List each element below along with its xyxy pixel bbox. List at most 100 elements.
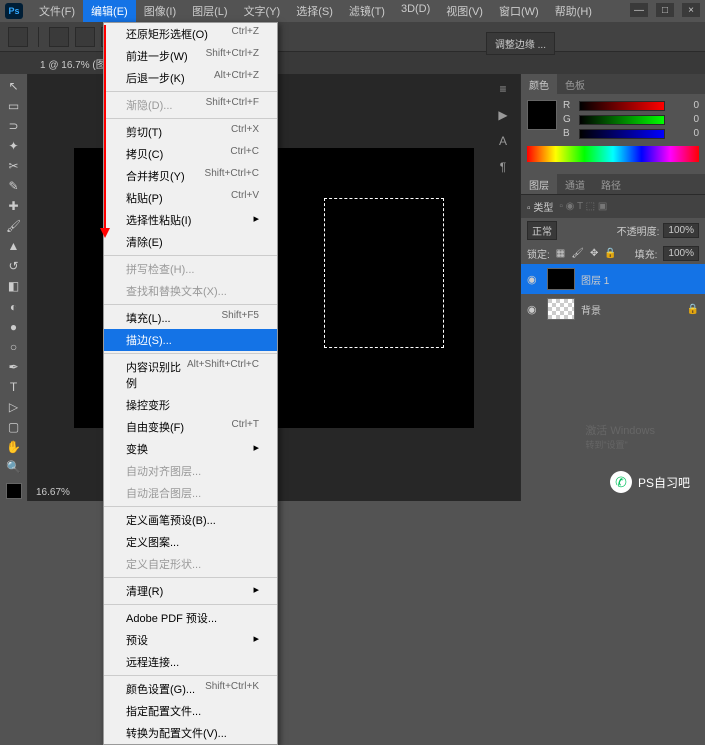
menu-item[interactable]: 颜色设置(G)...Shift+Ctrl+K <box>104 678 277 700</box>
shape-tool[interactable]: ▢ <box>3 418 25 437</box>
history-icon[interactable]: ≡ <box>492 78 514 100</box>
eraser-tool[interactable]: ◧ <box>3 277 25 296</box>
character-icon[interactable]: A <box>492 130 514 152</box>
menu-3D(D)[interactable]: 3D(D) <box>393 0 438 22</box>
blur-tool[interactable]: ● <box>3 317 25 336</box>
r-slider[interactable] <box>579 101 665 111</box>
eyedropper-tool[interactable]: ✎ <box>3 176 25 195</box>
layer-thumbnail[interactable] <box>547 298 575 320</box>
layers-panel: ▫ 类型 ▫ ◉ T ⬚ ▣ 正常 不透明度: 100% 锁定: ▦ 🖌 ✥ 🔒… <box>521 194 705 501</box>
marquee-selection <box>324 198 444 348</box>
menu-item[interactable]: Adobe PDF 预设... <box>104 607 277 629</box>
lock-all-icon[interactable]: 🔒 <box>604 248 616 259</box>
menu-item[interactable]: 后退一步(K)Alt+Ctrl+Z <box>104 67 277 89</box>
selection-new-icon[interactable] <box>49 27 69 47</box>
windows-activation-text: 激活 Windows 转到"设置" <box>585 422 655 451</box>
layers-tab[interactable]: 图层 <box>521 174 557 194</box>
visibility-icon[interactable]: ◉ <box>527 303 541 316</box>
menu-文件(F)[interactable]: 文件(F) <box>31 0 83 22</box>
paragraph-icon[interactable]: ¶ <box>492 156 514 178</box>
menu-item[interactable]: 粘贴(P)Ctrl+V <box>104 187 277 209</box>
hand-tool[interactable]: ✋ <box>3 438 25 457</box>
fill-label: 填充: <box>635 246 658 261</box>
move-tool[interactable]: ↖ <box>3 76 25 95</box>
layer-blend-select[interactable]: 正常 <box>527 221 557 240</box>
menu-item[interactable]: 变换 <box>104 438 277 460</box>
layer-name: 图层 1 <box>581 272 609 287</box>
actions-icon[interactable]: ▶ <box>492 104 514 126</box>
crop-tool[interactable]: ✂ <box>3 156 25 175</box>
menu-item[interactable]: 清理(R) <box>104 580 277 602</box>
pen-tool[interactable]: ✒ <box>3 357 25 376</box>
color-fg-swatch[interactable] <box>527 100 557 130</box>
color-tab[interactable]: 颜色 <box>521 74 557 94</box>
b-slider[interactable] <box>579 129 665 139</box>
lock-pixels-icon[interactable]: 🖌 <box>571 248 584 259</box>
fill-value[interactable]: 100% <box>663 246 699 261</box>
menu-item[interactable]: 前进一步(W)Shift+Ctrl+Z <box>104 45 277 67</box>
menu-item[interactable]: 还原矩形选框(O)Ctrl+Z <box>104 23 277 45</box>
path-tool[interactable]: ▷ <box>3 398 25 417</box>
close-button[interactable]: × <box>682 3 700 17</box>
menu-文字(Y)[interactable]: 文字(Y) <box>236 0 289 22</box>
stamp-tool[interactable]: ▲ <box>3 237 25 256</box>
selection-add-icon[interactable] <box>75 27 95 47</box>
menu-item[interactable]: 远程连接... <box>104 651 277 673</box>
paths-tab[interactable]: 路径 <box>593 174 629 194</box>
color-spectrum[interactable] <box>527 146 699 162</box>
lock-icon: 🔒 <box>687 304 699 315</box>
minimize-button[interactable]: — <box>630 3 648 17</box>
menu-item[interactable]: 剪切(T)Ctrl+X <box>104 121 277 143</box>
brush-tool[interactable]: 🖌 <box>3 217 25 236</box>
menu-item[interactable]: 转换为配置文件(V)... <box>104 722 277 744</box>
menu-item[interactable]: 定义画笔预设(B)... <box>104 509 277 531</box>
menu-item[interactable]: 填充(L)...Shift+F5 <box>104 307 277 329</box>
menu-item[interactable]: 清除(E) <box>104 231 277 253</box>
menu-item[interactable]: 操控变形 <box>104 394 277 416</box>
menu-item[interactable]: 选择性粘贴(I) <box>104 209 277 231</box>
foreground-swatch[interactable] <box>6 483 22 499</box>
dodge-tool[interactable]: ○ <box>3 337 25 356</box>
menu-item[interactable]: 预设 <box>104 629 277 651</box>
menu-item[interactable]: 描边(S)... <box>104 329 277 351</box>
marquee-tool[interactable]: ▭ <box>3 96 25 115</box>
lock-transparent-icon[interactable]: ▦ <box>556 248 565 259</box>
menu-item[interactable]: 指定配置文件... <box>104 700 277 722</box>
menu-item[interactable]: 拷贝(C)Ctrl+C <box>104 143 277 165</box>
layer-row[interactable]: ◉ 背景 🔒 <box>521 294 705 324</box>
lock-position-icon[interactable]: ✥ <box>590 248 598 259</box>
menu-帮助(H)[interactable]: 帮助(H) <box>547 0 600 22</box>
maximize-button[interactable]: □ <box>656 3 674 17</box>
tool-preset-icon[interactable] <box>8 27 28 47</box>
menu-item[interactable]: 内容识别比例Alt+Shift+Ctrl+C <box>104 356 277 394</box>
visibility-icon[interactable]: ◉ <box>527 273 541 286</box>
refine-edge-button[interactable]: 调整边缘 ... <box>486 32 555 55</box>
menu-item[interactable]: 自由变换(F)Ctrl+T <box>104 416 277 438</box>
menu-item[interactable]: 合并拷贝(Y)Shift+Ctrl+C <box>104 165 277 187</box>
channels-tab[interactable]: 通道 <box>557 174 593 194</box>
layer-row[interactable]: ◉ 图层 1 <box>521 264 705 294</box>
menu-滤镜(T)[interactable]: 滤镜(T) <box>341 0 393 22</box>
lasso-tool[interactable]: ⊃ <box>3 116 25 135</box>
layer-thumbnail[interactable] <box>547 268 575 290</box>
menu-窗口(W)[interactable]: 窗口(W) <box>491 0 547 22</box>
healing-tool[interactable]: ✚ <box>3 197 25 216</box>
type-tool[interactable]: T <box>3 377 25 396</box>
menu-编辑(E)[interactable]: 编辑(E) <box>83 0 136 22</box>
lock-label: 锁定: <box>527 246 550 261</box>
menu-item[interactable]: 定义图案... <box>104 531 277 553</box>
history-brush-tool[interactable]: ↺ <box>3 257 25 276</box>
collapsed-panels: ≡ ▶ A ¶ <box>488 74 520 182</box>
zoom-level[interactable]: 16.67% <box>36 487 70 498</box>
menu-选择(S)[interactable]: 选择(S) <box>288 0 341 22</box>
opacity-value[interactable]: 100% <box>663 223 699 238</box>
menu-图像(I)[interactable]: 图像(I) <box>136 0 184 22</box>
gradient-tool[interactable]: ◐ <box>3 297 25 316</box>
menu-视图(V)[interactable]: 视图(V) <box>438 0 491 22</box>
g-slider[interactable] <box>579 115 665 125</box>
menu-item: 查找和替换文本(X)... <box>104 280 277 302</box>
zoom-tool[interactable]: 🔍 <box>3 458 25 477</box>
menu-图层(L)[interactable]: 图层(L) <box>184 0 235 22</box>
swatches-tab[interactable]: 色板 <box>557 74 593 94</box>
wand-tool[interactable]: ✦ <box>3 136 25 155</box>
